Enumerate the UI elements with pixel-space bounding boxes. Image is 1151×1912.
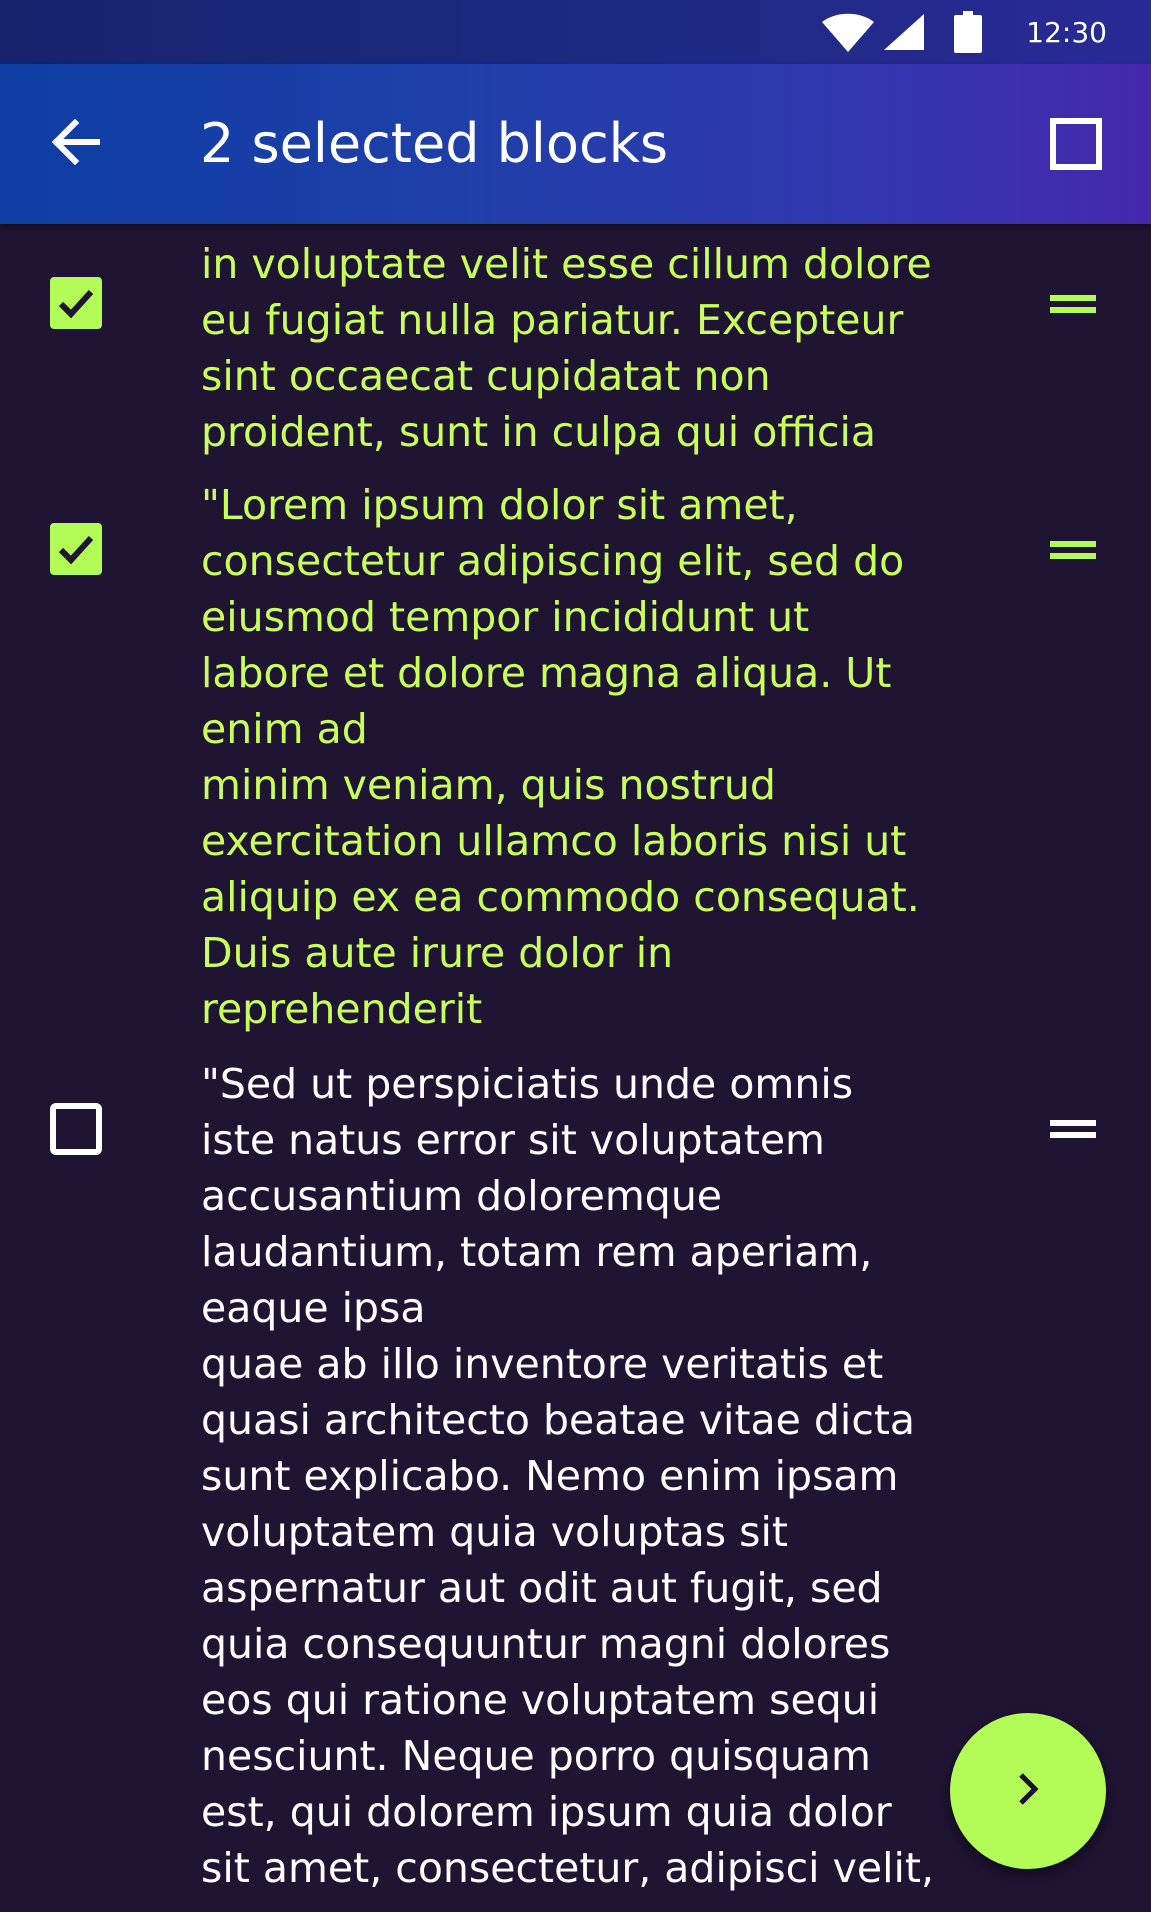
battery-icon [954,11,983,53]
checkbox-unchecked-icon[interactable] [50,1103,102,1155]
drag-handle-icon[interactable] [1050,538,1096,562]
drag-handle-icon[interactable] [1050,292,1096,316]
block-item[interactable]: "Lorem ipsum dolor sit amet, consectetur… [0,471,1151,1053]
wifi-icon [820,12,876,52]
checkbox-checked-icon[interactable] [50,523,102,575]
checkbox-checked-icon[interactable] [50,277,102,329]
chevron-right-icon [1013,1769,1043,1813]
app-bar: 2 selected blocks [0,64,1151,224]
block-text: "Lorem ipsum dolor sit amet, consectetur… [201,481,920,1033]
block-text: in voluptate velit esse cillum dolore eu… [201,240,932,456]
status-time: 12:30 [1026,15,1107,49]
arrow-back-icon [51,118,101,169]
block-list: in voluptate velit esse cillum dolore eu… [0,224,1151,1912]
back-button[interactable] [38,106,114,182]
drag-handle-icon[interactable] [1050,1117,1096,1141]
block-item[interactable]: in voluptate velit esse cillum dolore eu… [0,224,1151,471]
page-title: 2 selected blocks [200,112,669,175]
status-bar: 12:30 [0,0,1151,64]
select-all-button[interactable] [1046,116,1106,176]
checkbox-outline-icon [1050,118,1102,174]
status-icons: 12:30 [820,0,1151,64]
block-text: "Sed ut perspiciatis unde omnis iste nat… [201,1060,934,1892]
next-fab-button[interactable] [950,1713,1106,1869]
signal-icon [882,12,926,52]
